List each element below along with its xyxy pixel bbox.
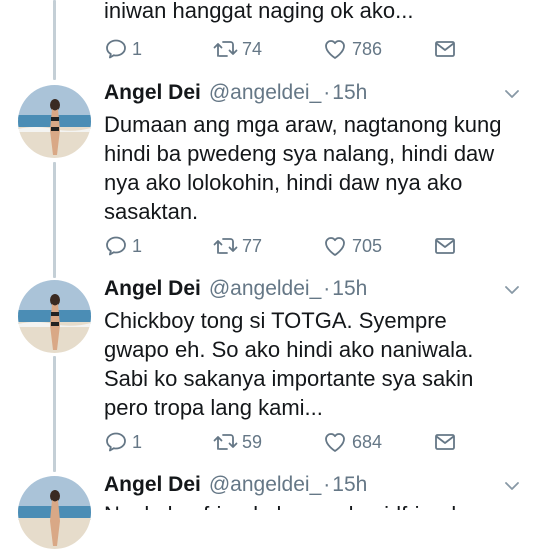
- avatar[interactable]: [18, 280, 91, 353]
- dot-separator: ·: [323, 473, 331, 496]
- reply-icon: [104, 234, 128, 258]
- thread-line: [53, 162, 56, 278]
- direct-message-button[interactable]: [433, 234, 457, 258]
- direct-message-button[interactable]: [433, 37, 457, 61]
- username[interactable]: @angeldei_: [209, 277, 321, 301]
- tweet-text: Chickboy tong si TOTGA. Syempre gwapo eh…: [104, 308, 474, 420]
- timestamp[interactable]: 15h: [332, 81, 367, 105]
- chevron-down-icon: [502, 482, 522, 500]
- direct-message-button[interactable]: [433, 430, 457, 454]
- like-button[interactable]: 705: [322, 234, 382, 258]
- tweet-text: Nagkaboyfriend ako, nagkagirlfriend sya: [104, 500, 524, 510]
- tweet-actions: 1 59 684: [104, 430, 524, 454]
- retweet-icon: [212, 430, 238, 454]
- like-count: 684: [352, 431, 383, 452]
- reply-icon: [104, 430, 128, 454]
- more-options-button[interactable]: [502, 476, 522, 496]
- tweet-text: iniwan hanggat naging ok ako...: [104, 0, 414, 23]
- heart-icon: [322, 430, 348, 454]
- dot-separator: ·: [323, 81, 331, 104]
- reply-button[interactable]: 1: [104, 234, 142, 258]
- username[interactable]: @angeldei_: [209, 473, 321, 497]
- like-count: 705: [352, 235, 383, 256]
- reply-count: 1: [132, 38, 143, 59]
- retweet-icon: [212, 234, 238, 258]
- chevron-down-icon: [502, 286, 522, 304]
- avatar[interactable]: [18, 85, 91, 158]
- retweet-button[interactable]: 74: [212, 37, 262, 61]
- reply-button[interactable]: 1: [104, 430, 142, 454]
- reply-button[interactable]: 1: [104, 37, 142, 61]
- envelope-icon: [433, 37, 457, 61]
- retweet-count: 59: [242, 431, 263, 452]
- timestamp[interactable]: 15h: [332, 277, 367, 301]
- timestamp[interactable]: 15h: [332, 473, 367, 497]
- display-name[interactable]: Angel Dei: [104, 277, 201, 301]
- like-count: 786: [352, 38, 383, 59]
- tweet-header: Angel Dei @angeldei_ · 15h: [104, 473, 367, 501]
- like-button[interactable]: 786: [322, 37, 382, 61]
- thread-line: [53, 0, 56, 80]
- more-options-button[interactable]: [502, 280, 522, 300]
- display-name[interactable]: Angel Dei: [104, 81, 201, 105]
- tweet-header: Angel Dei @angeldei_ · 15h: [104, 81, 367, 109]
- heart-icon: [322, 234, 348, 258]
- dot-separator: ·: [323, 277, 331, 300]
- reply-count: 1: [132, 431, 143, 452]
- avatar[interactable]: [18, 476, 91, 549]
- retweet-button[interactable]: 59: [212, 430, 262, 454]
- thread-line: [53, 356, 56, 472]
- like-button[interactable]: 684: [322, 430, 382, 454]
- reply-icon: [104, 37, 128, 61]
- username[interactable]: @angeldei_: [209, 81, 321, 105]
- retweet-count: 74: [242, 38, 263, 59]
- tweet-actions: 1 74 786: [104, 37, 524, 61]
- more-options-button[interactable]: [502, 84, 522, 104]
- tweet-text: Dumaan ang mga araw, nagtanong kung hind…: [104, 112, 502, 224]
- retweet-button[interactable]: 77: [212, 234, 262, 258]
- envelope-icon: [433, 430, 457, 454]
- retweet-icon: [212, 37, 238, 61]
- chevron-down-icon: [502, 90, 522, 108]
- tweet-actions: 1 77 705: [104, 234, 524, 258]
- tweet-header: Angel Dei @angeldei_ · 15h: [104, 277, 367, 305]
- retweet-count: 77: [242, 235, 263, 256]
- reply-count: 1: [132, 235, 143, 256]
- envelope-icon: [433, 234, 457, 258]
- display-name[interactable]: Angel Dei: [104, 473, 201, 497]
- heart-icon: [322, 37, 348, 61]
